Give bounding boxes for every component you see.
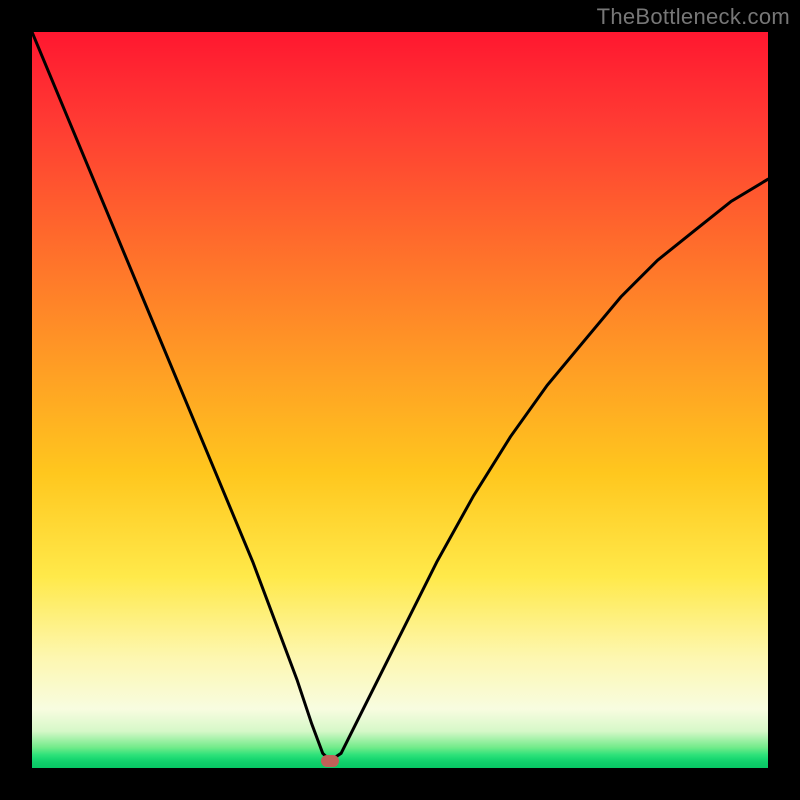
chart-frame: TheBottleneck.com [0, 0, 800, 800]
curve-path [32, 32, 768, 761]
plot-area [32, 32, 768, 768]
optimal-marker [321, 755, 339, 767]
watermark-text: TheBottleneck.com [597, 4, 790, 30]
bottleneck-curve [32, 32, 768, 768]
